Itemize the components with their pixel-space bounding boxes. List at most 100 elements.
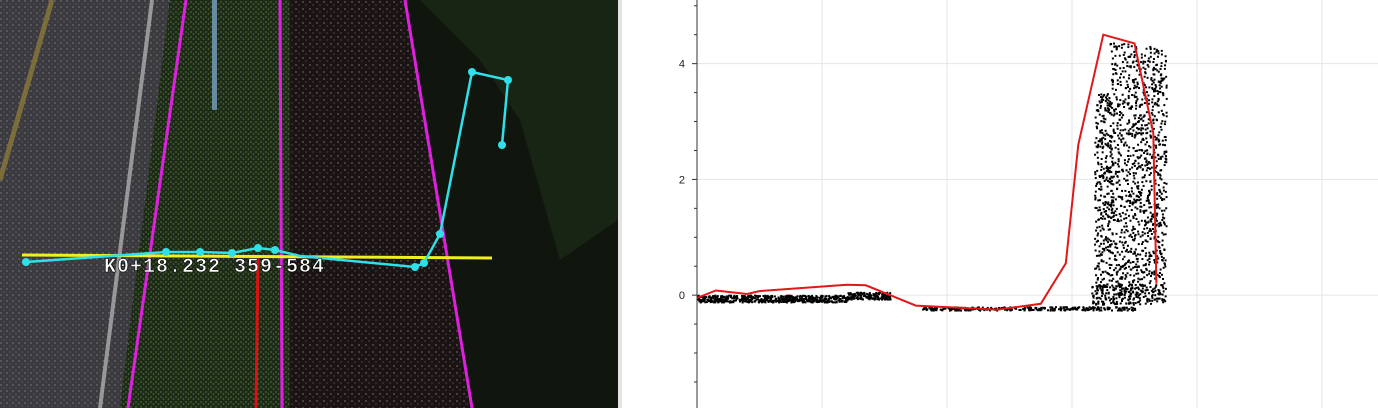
- point: [1125, 144, 1128, 147]
- point: [1110, 216, 1113, 219]
- point: [1116, 105, 1119, 108]
- point: [1119, 195, 1122, 198]
- point: [1161, 139, 1164, 142]
- point: [1160, 255, 1163, 258]
- point: [1134, 302, 1137, 305]
- point: [1137, 265, 1140, 268]
- point: [1099, 106, 1102, 109]
- point: [1115, 293, 1118, 296]
- point: [1119, 84, 1122, 87]
- point: [1129, 274, 1132, 277]
- point: [1094, 116, 1097, 119]
- point: [1152, 105, 1155, 108]
- point: [1143, 114, 1146, 117]
- point: [1114, 88, 1117, 91]
- point: [1148, 282, 1151, 285]
- point: [1126, 65, 1129, 68]
- point: [735, 295, 738, 298]
- point: [1152, 288, 1155, 291]
- chart-canvas[interactable]: 4 2 0: [622, 0, 1378, 408]
- point: [1115, 207, 1118, 210]
- point: [1150, 272, 1153, 275]
- point: [1144, 247, 1147, 250]
- point: [1132, 301, 1135, 304]
- point: [1150, 156, 1153, 159]
- point: [1165, 111, 1168, 114]
- point: [1144, 150, 1147, 153]
- point: [709, 301, 712, 304]
- point: [1114, 161, 1117, 164]
- point: [1125, 80, 1128, 83]
- point: [801, 297, 804, 300]
- point: [1146, 231, 1149, 234]
- point: [1153, 52, 1156, 55]
- point: [1098, 181, 1101, 184]
- point: [1139, 210, 1142, 213]
- point: [1113, 131, 1116, 134]
- point: [1094, 267, 1097, 270]
- point: [1110, 189, 1113, 192]
- point: [1097, 94, 1100, 97]
- point: [875, 291, 878, 294]
- point: [1028, 309, 1031, 312]
- point: [838, 299, 841, 302]
- point: [1142, 184, 1145, 187]
- point: [789, 296, 792, 299]
- point: [1141, 103, 1144, 106]
- point: [857, 297, 860, 300]
- point: [1151, 86, 1154, 89]
- cross-section-chart[interactable]: 4 2 0: [622, 0, 1378, 408]
- point: [778, 298, 781, 301]
- point: [1121, 198, 1124, 201]
- point: [885, 296, 888, 299]
- y-tick-label: 0: [679, 290, 685, 302]
- point: [1162, 189, 1165, 192]
- point-cloud-canvas[interactable]: K0+18.232 359-584: [0, 0, 618, 408]
- point: [1164, 55, 1167, 58]
- point: [741, 301, 744, 304]
- point: [1081, 308, 1084, 311]
- point: [1129, 202, 1132, 205]
- point: [1132, 171, 1135, 174]
- point: [1157, 138, 1160, 141]
- point-cloud-top-view[interactable]: K0+18.232 359-584: [0, 0, 618, 408]
- point: [1107, 108, 1110, 111]
- point: [1131, 290, 1134, 293]
- point: [1117, 158, 1120, 161]
- point: [1113, 45, 1116, 48]
- point: [1161, 120, 1164, 123]
- point: [1139, 202, 1142, 205]
- point: [1136, 207, 1139, 210]
- point: [1149, 47, 1152, 50]
- point: [1115, 280, 1118, 283]
- point: [1129, 292, 1132, 295]
- point: [1117, 103, 1120, 106]
- point: [1141, 181, 1144, 184]
- point: [1104, 129, 1107, 132]
- point: [1163, 248, 1166, 251]
- point: [1153, 47, 1156, 50]
- point: [1147, 160, 1150, 163]
- point: [774, 299, 777, 302]
- point: [1147, 122, 1150, 125]
- point: [807, 299, 810, 302]
- point: [872, 293, 875, 296]
- point: [1150, 188, 1153, 191]
- y-tick-label: 2: [679, 174, 685, 186]
- point: [859, 291, 862, 294]
- point: [1053, 309, 1056, 312]
- point: [1112, 240, 1115, 243]
- point: [1113, 219, 1116, 222]
- point: [863, 293, 866, 296]
- point: [1110, 180, 1113, 183]
- point: [1127, 158, 1130, 161]
- point: [955, 309, 958, 312]
- point: [1120, 112, 1123, 115]
- point: [1134, 117, 1137, 120]
- point: [1132, 80, 1135, 83]
- point: [1158, 241, 1161, 244]
- point: [1124, 179, 1127, 182]
- point: [1128, 205, 1131, 208]
- point: [1121, 264, 1124, 267]
- point: [746, 300, 749, 303]
